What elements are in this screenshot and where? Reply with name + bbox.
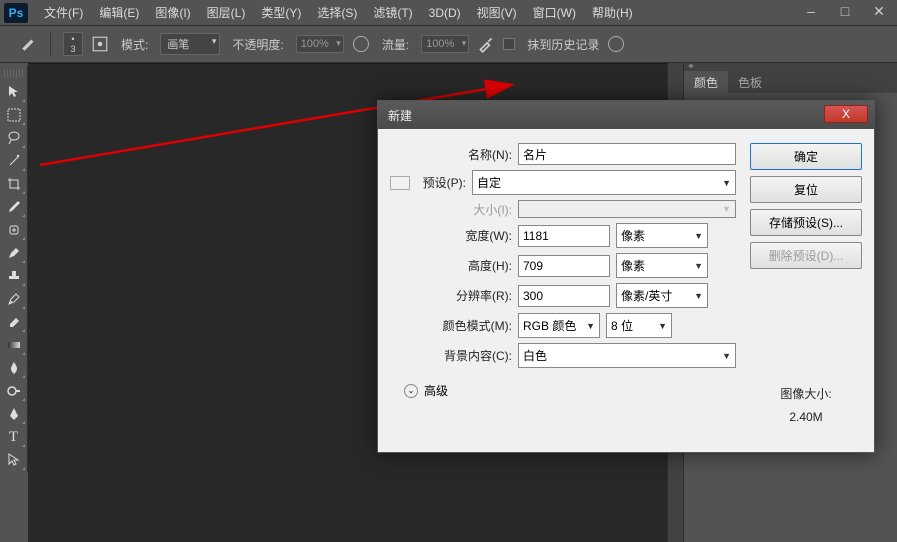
brush-tool[interactable] (2, 242, 26, 264)
width-unit-select[interactable]: 像素▼ (616, 223, 708, 248)
lasso-tool[interactable] (2, 127, 26, 149)
menu-3d[interactable]: 3D(D) (421, 6, 469, 20)
tab-color[interactable]: 颜色 (684, 71, 728, 93)
advanced-label: 高级 (424, 382, 448, 399)
flow-label: 流量: (382, 36, 409, 53)
color-mode-label: 颜色模式(M): (390, 317, 518, 334)
dialog-close-button[interactable]: X (824, 105, 868, 123)
save-preset-button[interactable]: 存储预设(S)... (750, 209, 862, 236)
bit-depth-select[interactable]: 8 位▼ (606, 313, 672, 338)
dodge-tool[interactable] (2, 380, 26, 402)
history-label: 抹到历史记录 (527, 36, 599, 53)
width-label: 宽度(W): (390, 227, 518, 244)
mode-select[interactable]: 画笔 (160, 33, 220, 55)
history-brush-tool[interactable] (2, 288, 26, 310)
opacity-label: 不透明度: (232, 36, 283, 53)
resolution-unit-select[interactable]: 像素/英寸▼ (616, 283, 708, 308)
brush-preset-picker[interactable]: •3 (63, 32, 83, 56)
window-controls: – □ ✕ (803, 3, 887, 20)
resolution-label: 分辨率(R): (390, 287, 518, 304)
image-size-label: 图像大小: (750, 385, 862, 402)
menu-bar: Ps 文件(F) 编辑(E) 图像(I) 图层(L) 类型(Y) 选择(S) 滤… (0, 0, 897, 25)
ok-button[interactable]: 确定 (750, 143, 862, 170)
preset-toggle[interactable] (390, 176, 410, 190)
resolution-input[interactable] (518, 285, 610, 307)
toolbox: T (0, 65, 28, 472)
name-input[interactable] (518, 143, 736, 165)
app-logo: Ps (4, 3, 28, 23)
history-checkbox[interactable] (503, 38, 515, 50)
size-select: ▼ (518, 200, 736, 218)
image-size-value: 2.40M (750, 410, 862, 424)
path-selection-tool[interactable] (2, 449, 26, 471)
panel-tabs: 颜色 色板 (684, 71, 897, 93)
size-label: 大小(I): (390, 201, 518, 218)
crop-tool[interactable] (2, 173, 26, 195)
eyedropper-tool[interactable] (2, 196, 26, 218)
menu-view[interactable]: 视图(V) (469, 4, 525, 21)
menu-help[interactable]: 帮助(H) (584, 4, 641, 21)
stamp-tool[interactable] (2, 265, 26, 287)
name-label: 名称(N): (390, 146, 518, 163)
healing-brush-tool[interactable] (2, 219, 26, 241)
pressure-opacity-icon[interactable] (352, 35, 370, 53)
gradient-tool[interactable] (2, 334, 26, 356)
type-tool[interactable]: T (2, 426, 26, 448)
pen-tool[interactable] (2, 403, 26, 425)
advanced-toggle[interactable]: ⌄ (404, 384, 418, 398)
preset-label: 预设(P): (414, 174, 472, 191)
maximize-button[interactable]: □ (837, 3, 853, 20)
menu-select[interactable]: 选择(S) (309, 4, 365, 21)
menu-layer[interactable]: 图层(L) (199, 4, 254, 21)
delete-preset-button: 删除预设(D)... (750, 242, 862, 269)
marquee-tool[interactable] (2, 104, 26, 126)
close-window-button[interactable]: ✕ (871, 3, 887, 20)
width-input[interactable] (518, 225, 610, 247)
options-bar: •3 模式: 画笔 不透明度: 100% 流量: 100% 抹到历史记录 (0, 25, 897, 63)
height-unit-select[interactable]: 像素▼ (616, 253, 708, 278)
airbrush-icon[interactable] (477, 35, 495, 53)
eraser-tool[interactable] (2, 311, 26, 333)
flow-input[interactable]: 100% (421, 35, 469, 53)
move-tool[interactable] (2, 81, 26, 103)
menu-filter[interactable]: 滤镜(T) (365, 4, 420, 21)
reset-button[interactable]: 复位 (750, 176, 862, 203)
menu-window[interactable]: 窗口(W) (525, 4, 584, 21)
menu-type[interactable]: 类型(Y) (253, 4, 309, 21)
menu-file[interactable]: 文件(F) (36, 4, 91, 21)
brush-panel-icon[interactable] (91, 35, 109, 53)
magic-wand-tool[interactable] (2, 150, 26, 172)
preset-select[interactable]: 自定▼ (472, 170, 736, 195)
menu-edit[interactable]: 编辑(E) (91, 4, 147, 21)
new-document-dialog: 新建 X 名称(N): 预设(P): 自定▼ 大小(I): ▼ 宽度(W): 像… (377, 100, 875, 453)
height-input[interactable] (518, 255, 610, 277)
color-mode-select[interactable]: RGB 颜色▼ (518, 313, 600, 338)
menu-image[interactable]: 图像(I) (147, 4, 198, 21)
tab-swatches[interactable]: 色板 (728, 71, 772, 93)
toolbox-grip[interactable] (4, 69, 24, 77)
background-label: 背景内容(C): (390, 347, 518, 364)
dialog-titlebar[interactable]: 新建 X (378, 101, 874, 129)
dialog-title: 新建 (388, 107, 412, 124)
height-label: 高度(H): (390, 257, 518, 274)
panel-collapse-grip[interactable] (684, 63, 897, 71)
blur-tool[interactable] (2, 357, 26, 379)
minimize-button[interactable]: – (803, 3, 819, 20)
mode-label: 模式: (121, 36, 148, 53)
background-select[interactable]: 白色▼ (518, 343, 736, 368)
pressure-size-icon[interactable] (607, 35, 625, 53)
opacity-input[interactable]: 100% (296, 35, 344, 53)
tool-preset-icon[interactable] (20, 35, 38, 53)
